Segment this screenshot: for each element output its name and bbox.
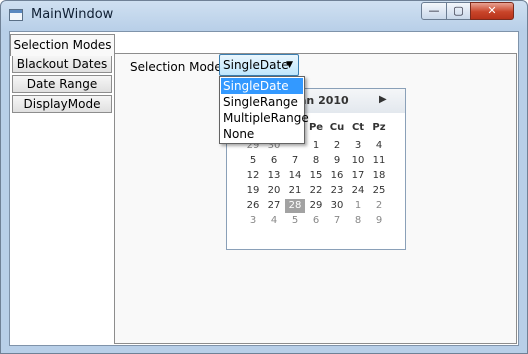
calendar-day[interactable]: 3 <box>243 214 263 228</box>
tab-strip: Selection Modes Blackout Dates Date Rang… <box>10 32 115 345</box>
calendar-day[interactable]: 10 <box>348 154 368 168</box>
calendar-day[interactable]: 9 <box>369 214 389 228</box>
calendar-day[interactable]: 7 <box>327 214 347 228</box>
app-window-icon <box>9 9 23 21</box>
selection-mode-combobox[interactable]: SingleDate ▼ <box>219 54 299 76</box>
option-multiple-range[interactable]: MultipleRange <box>221 110 309 126</box>
minimize-button[interactable]: — <box>421 2 447 20</box>
tab-date-range[interactable]: Date Range <box>12 75 112 93</box>
calendar-day[interactable]: 8 <box>348 214 368 228</box>
next-month-icon[interactable]: ▶ <box>379 94 387 105</box>
calendar-day[interactable]: 5 <box>285 214 305 228</box>
calendar-day[interactable]: 27 <box>264 199 284 213</box>
calendar-day[interactable]: 6 <box>264 154 284 168</box>
calendar-day[interactable]: 7 <box>285 154 305 168</box>
calendar-day[interactable]: 25 <box>369 184 389 198</box>
day-header-ct: Ct <box>351 122 365 133</box>
calendar-day[interactable]: 9 <box>327 154 347 168</box>
tab-content: Selection Mode: SingleDate ▼ SingleDate … <box>114 53 517 344</box>
calendar-day[interactable]: 1 <box>306 139 326 153</box>
selection-mode-dropdown: SingleDate SingleRange MultipleRange Non… <box>219 76 309 144</box>
chevron-down-icon: ▼ <box>286 60 293 70</box>
calendar-day[interactable]: 1 <box>348 199 368 213</box>
calendar-day[interactable]: 22 <box>306 184 326 198</box>
calendar-day[interactable]: 4 <box>369 139 389 153</box>
calendar-day-selected[interactable]: 28 <box>285 199 305 213</box>
tab-blackout-dates[interactable]: Blackout Dates <box>12 55 112 73</box>
day-header-pz: Pz <box>372 122 386 133</box>
tab-selection-modes[interactable]: Selection Modes <box>10 34 115 56</box>
close-button[interactable]: ✕ <box>470 2 514 20</box>
calendar-day[interactable]: 26 <box>243 199 263 213</box>
calendar-day[interactable]: 17 <box>348 169 368 183</box>
calendar-day[interactable]: 15 <box>306 169 326 183</box>
option-none[interactable]: None <box>221 126 303 142</box>
calendar-day[interactable]: 19 <box>243 184 263 198</box>
calendar-day[interactable]: 5 <box>243 154 263 168</box>
calendar-month-title[interactable]: an 2010 <box>299 94 349 107</box>
calendar-day[interactable]: 18 <box>369 169 389 183</box>
calendar-day[interactable]: 20 <box>264 184 284 198</box>
calendar-day[interactable]: 14 <box>285 169 305 183</box>
calendar-day[interactable]: 6 <box>306 214 326 228</box>
calendar-day[interactable]: 13 <box>264 169 284 183</box>
selection-mode-label: Selection Mode: <box>130 60 226 74</box>
day-header-cu: Cu <box>329 122 345 133</box>
calendar-day[interactable]: 23 <box>327 184 347 198</box>
calendar-day[interactable]: 30 <box>327 199 347 213</box>
calendar-day[interactable]: 2 <box>369 199 389 213</box>
title-bar[interactable]: MainWindow — ▢ ✕ <box>1 1 527 29</box>
calendar-day[interactable]: 11 <box>369 154 389 168</box>
tab-display-mode[interactable]: DisplayMode <box>12 95 112 113</box>
calendar-day[interactable]: 4 <box>264 214 284 228</box>
calendar-day[interactable]: 8 <box>306 154 326 168</box>
option-single-date[interactable]: SingleDate <box>221 78 303 94</box>
calendar-day[interactable]: 12 <box>243 169 263 183</box>
client-area: Selection Modes Blackout Dates Date Rang… <box>9 31 519 346</box>
maximize-button[interactable]: ▢ <box>446 2 471 20</box>
selection-mode-value: SingleDate <box>223 58 289 72</box>
calendar-day[interactable]: 29 <box>306 199 326 213</box>
main-window: MainWindow — ▢ ✕ Selection Modes Blackou… <box>0 0 528 354</box>
calendar-day[interactable]: 2 <box>327 139 347 153</box>
option-single-range[interactable]: SingleRange <box>221 94 303 110</box>
window-title: MainWindow <box>31 7 114 22</box>
calendar-day[interactable]: 3 <box>348 139 368 153</box>
calendar-day[interactable]: 16 <box>327 169 347 183</box>
day-header-pe: Pe <box>308 122 324 133</box>
calendar-day[interactable]: 21 <box>285 184 305 198</box>
calendar-day[interactable]: 24 <box>348 184 368 198</box>
